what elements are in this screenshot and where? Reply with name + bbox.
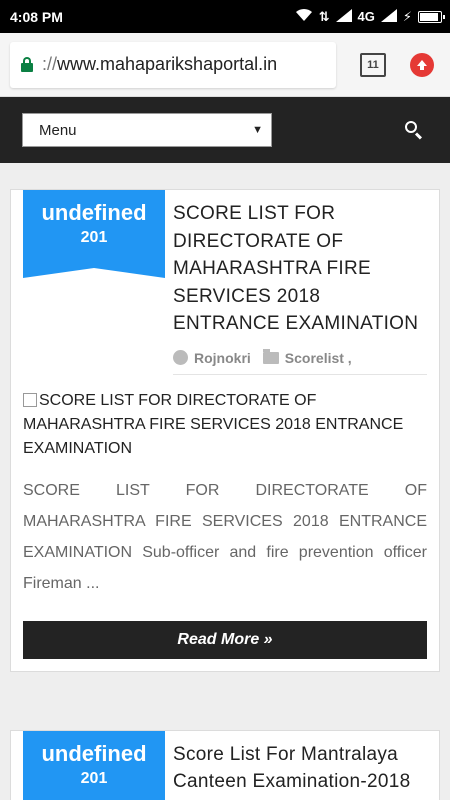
post-header: undefined 201 SCORE LIST FOR DIRECTORATE… [23, 190, 427, 375]
post-meta: Rojnokri Scorelist , [173, 348, 427, 375]
site-nav-bar: Menu ▼ [0, 97, 450, 163]
post-image-alt-text: SCORE LIST FOR DIRECTORATE OF MAHARASHTR… [23, 391, 404, 457]
lock-icon [20, 56, 34, 73]
post-head: Score List For Mantralaya Canteen Examin… [165, 731, 427, 800]
browser-address-bar: :// www.mahaparikshaportal.in 11 [0, 33, 450, 97]
post-author[interactable]: Rojnokri [194, 350, 251, 366]
post-header: undefined 201 Score List For Mantralaya … [23, 730, 427, 800]
data-arrows-icon: ⇅ [318, 8, 330, 24]
date-badge: undefined 201 [23, 190, 165, 278]
post-card: undefined 201 Score List For Mantralaya … [10, 729, 440, 800]
post-category[interactable]: Scorelist , [285, 350, 352, 366]
search-icon[interactable] [402, 118, 426, 142]
dropdown-caret-icon: ▼ [252, 124, 263, 136]
upload-button[interactable] [410, 52, 434, 77]
signal-icon [335, 8, 352, 25]
url-scheme: :// [42, 54, 58, 74]
network-type: 4G [357, 9, 375, 24]
tab-switcher-button[interactable]: 11 [360, 52, 386, 77]
status-bar: 4:08 PM ⇅ 4G ⚡ [0, 0, 450, 33]
wifi-icon [295, 8, 313, 25]
date-badge: undefined 201 [23, 730, 165, 800]
badge-year: 201 [80, 769, 108, 787]
post-excerpt: SCORE LIST FOR DIRECTORATE OF MAHARASHTR… [23, 481, 427, 592]
charging-icon: ⚡ [402, 8, 412, 24]
post-title[interactable]: Score List For Mantralaya Canteen Examin… [173, 741, 427, 796]
post-card: undefined 201 SCORE LIST FOR DIRECTORATE… [10, 189, 440, 672]
arrow-up-icon [417, 59, 427, 70]
badge-day: undefined [41, 200, 147, 225]
read-more-button[interactable]: Read More » [23, 620, 427, 659]
url-field[interactable]: :// www.mahaparikshaportal.in [10, 41, 336, 88]
status-time: 4:08 PM [10, 8, 63, 25]
badge-day: undefined [41, 740, 147, 766]
broken-image-icon [23, 392, 37, 407]
menu-dropdown[interactable]: Menu ▼ [22, 113, 272, 147]
post-image: SCORE LIST FOR DIRECTORATE OF MAHARASHTR… [23, 389, 427, 461]
url-host: www.mahaparikshaportal.in [57, 54, 278, 74]
post-title[interactable]: SCORE LIST FOR DIRECTORATE OF MAHARASHTR… [173, 200, 427, 338]
status-icons: ⇅ 4G ⚡ [295, 8, 445, 25]
user-icon [173, 350, 188, 365]
folder-icon [262, 348, 279, 364]
post-list: undefined 201 SCORE LIST FOR DIRECTORATE… [0, 163, 450, 800]
menu-label: Menu [39, 121, 77, 139]
battery-icon [418, 10, 445, 23]
badge-year: 201 [80, 229, 108, 246]
signal-icon-2 [380, 8, 397, 25]
post-head: SCORE LIST FOR DIRECTORATE OF MAHARASHTR… [165, 190, 427, 375]
